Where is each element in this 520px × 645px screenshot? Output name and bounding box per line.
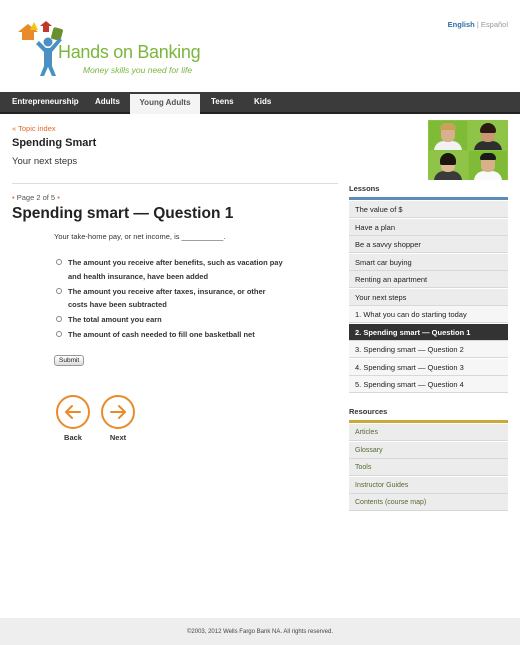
main-nav: Entrepreneurship Adults Young Adults Tee… bbox=[0, 92, 520, 114]
arrow-left-icon bbox=[65, 405, 81, 419]
copyright-text: ©2003, 2012 Wells Fargo Bank NA. All rig… bbox=[186, 629, 334, 635]
submit-button[interactable]: Submit bbox=[54, 355, 85, 366]
arrow-right-icon bbox=[110, 405, 126, 419]
question-title: Spending smart — Question 1 bbox=[12, 205, 234, 222]
lesson-item[interactable]: The value of $ bbox=[349, 201, 508, 218]
page-label: Page 2 of 5 bbox=[16, 193, 56, 202]
topic-index-link[interactable]: « Topic index bbox=[12, 124, 56, 133]
answer-radio[interactable] bbox=[56, 259, 62, 265]
resource-link-tools[interactable]: Tools bbox=[349, 459, 508, 476]
person-photo bbox=[469, 121, 507, 150]
people-photo-grid bbox=[428, 120, 508, 180]
content-divider bbox=[12, 183, 338, 184]
person-photo bbox=[469, 151, 507, 180]
lesson-subitem[interactable]: 3. Spending smart — Question 2 bbox=[349, 341, 508, 358]
answer-options: The amount you receive after benefits, s… bbox=[56, 256, 286, 343]
answer-option[interactable]: The amount you receive after taxes, insu… bbox=[56, 285, 286, 312]
lesson-item[interactable]: Be a savvy shopper bbox=[349, 236, 508, 253]
logo-title: Hands on Banking bbox=[58, 42, 201, 62]
next-button[interactable] bbox=[101, 395, 135, 429]
answer-option-label: The total amount you earn bbox=[68, 315, 162, 324]
resources-heading-bar bbox=[349, 420, 508, 423]
answer-option[interactable]: The amount you receive after benefits, s… bbox=[56, 256, 286, 283]
page-dot: • bbox=[12, 193, 15, 202]
answer-option-label: The amount you receive after benefits, s… bbox=[68, 258, 283, 281]
site-logo[interactable]: Hands on Banking Money skills you need f… bbox=[10, 18, 220, 80]
lesson-item[interactable]: Renting an apartment bbox=[349, 271, 508, 288]
resources-heading: Resources bbox=[349, 407, 388, 416]
lesson-item[interactable]: Your next steps bbox=[349, 288, 508, 306]
answer-radio[interactable] bbox=[56, 331, 62, 337]
nav-tab-adults[interactable]: Adults bbox=[95, 92, 120, 112]
nav-tab-kids[interactable]: Kids bbox=[254, 92, 271, 112]
question-prompt: Your take-home pay, or net income, is __… bbox=[54, 232, 226, 241]
person-photo bbox=[429, 121, 467, 150]
language-separator: | bbox=[476, 20, 479, 29]
answer-option-label: The amount you receive after taxes, insu… bbox=[68, 286, 266, 310]
language-espanol-link[interactable]: Español bbox=[481, 20, 508, 29]
resource-link-articles[interactable]: Articles bbox=[349, 424, 508, 441]
lesson-subitem[interactable]: 4. Spending smart — Question 3 bbox=[349, 358, 508, 376]
nav-tab-teens[interactable]: Teens bbox=[211, 92, 234, 112]
language-english-link[interactable]: English bbox=[448, 20, 475, 29]
language-switch: English | Español bbox=[448, 20, 508, 29]
answer-radio[interactable] bbox=[56, 287, 62, 294]
resource-link-contents[interactable]: Contents (course map) bbox=[349, 494, 508, 511]
answer-option[interactable]: The total amount you earn bbox=[56, 313, 286, 327]
page-dot: • bbox=[57, 193, 60, 202]
lesson-item[interactable]: Have a plan bbox=[349, 218, 508, 236]
topic-subtitle: Your next steps bbox=[12, 156, 78, 167]
answer-radio[interactable] bbox=[56, 316, 62, 322]
nav-tab-young-adults[interactable]: Young Adults bbox=[130, 94, 200, 114]
resource-link-instructor-guides[interactable]: Instructor Guides bbox=[349, 476, 508, 494]
next-label[interactable]: Next bbox=[98, 433, 138, 442]
footer: ©2003, 2012 Wells Fargo Bank NA. All rig… bbox=[0, 618, 520, 645]
back-button[interactable] bbox=[56, 395, 90, 429]
topic-title: Spending Smart bbox=[12, 137, 97, 149]
nav-tab-entrepreneurship[interactable]: Entrepreneurship bbox=[12, 92, 79, 112]
lesson-subitem-current[interactable]: 2. Spending smart — Question 1 bbox=[349, 323, 508, 341]
answer-option-label: The amount of cash needed to fill one ba… bbox=[68, 330, 255, 339]
resource-link-glossary[interactable]: Glossary bbox=[349, 441, 508, 459]
logo-tagline: Money skills you need for life bbox=[83, 65, 193, 75]
person-photo bbox=[429, 151, 467, 180]
answer-option[interactable]: The amount of cash needed to fill one ba… bbox=[56, 328, 286, 342]
lesson-subitem[interactable]: 5. Spending smart — Question 4 bbox=[349, 376, 508, 393]
lessons-heading: Lessons bbox=[349, 184, 380, 193]
lesson-subitem[interactable]: 1. What you can do starting today bbox=[349, 306, 508, 323]
page-indicator: • Page 2 of 5 • bbox=[12, 193, 60, 202]
lessons-heading-bar bbox=[349, 197, 508, 200]
lesson-item[interactable]: Smart car buying bbox=[349, 253, 508, 271]
back-label[interactable]: Back bbox=[53, 433, 93, 442]
